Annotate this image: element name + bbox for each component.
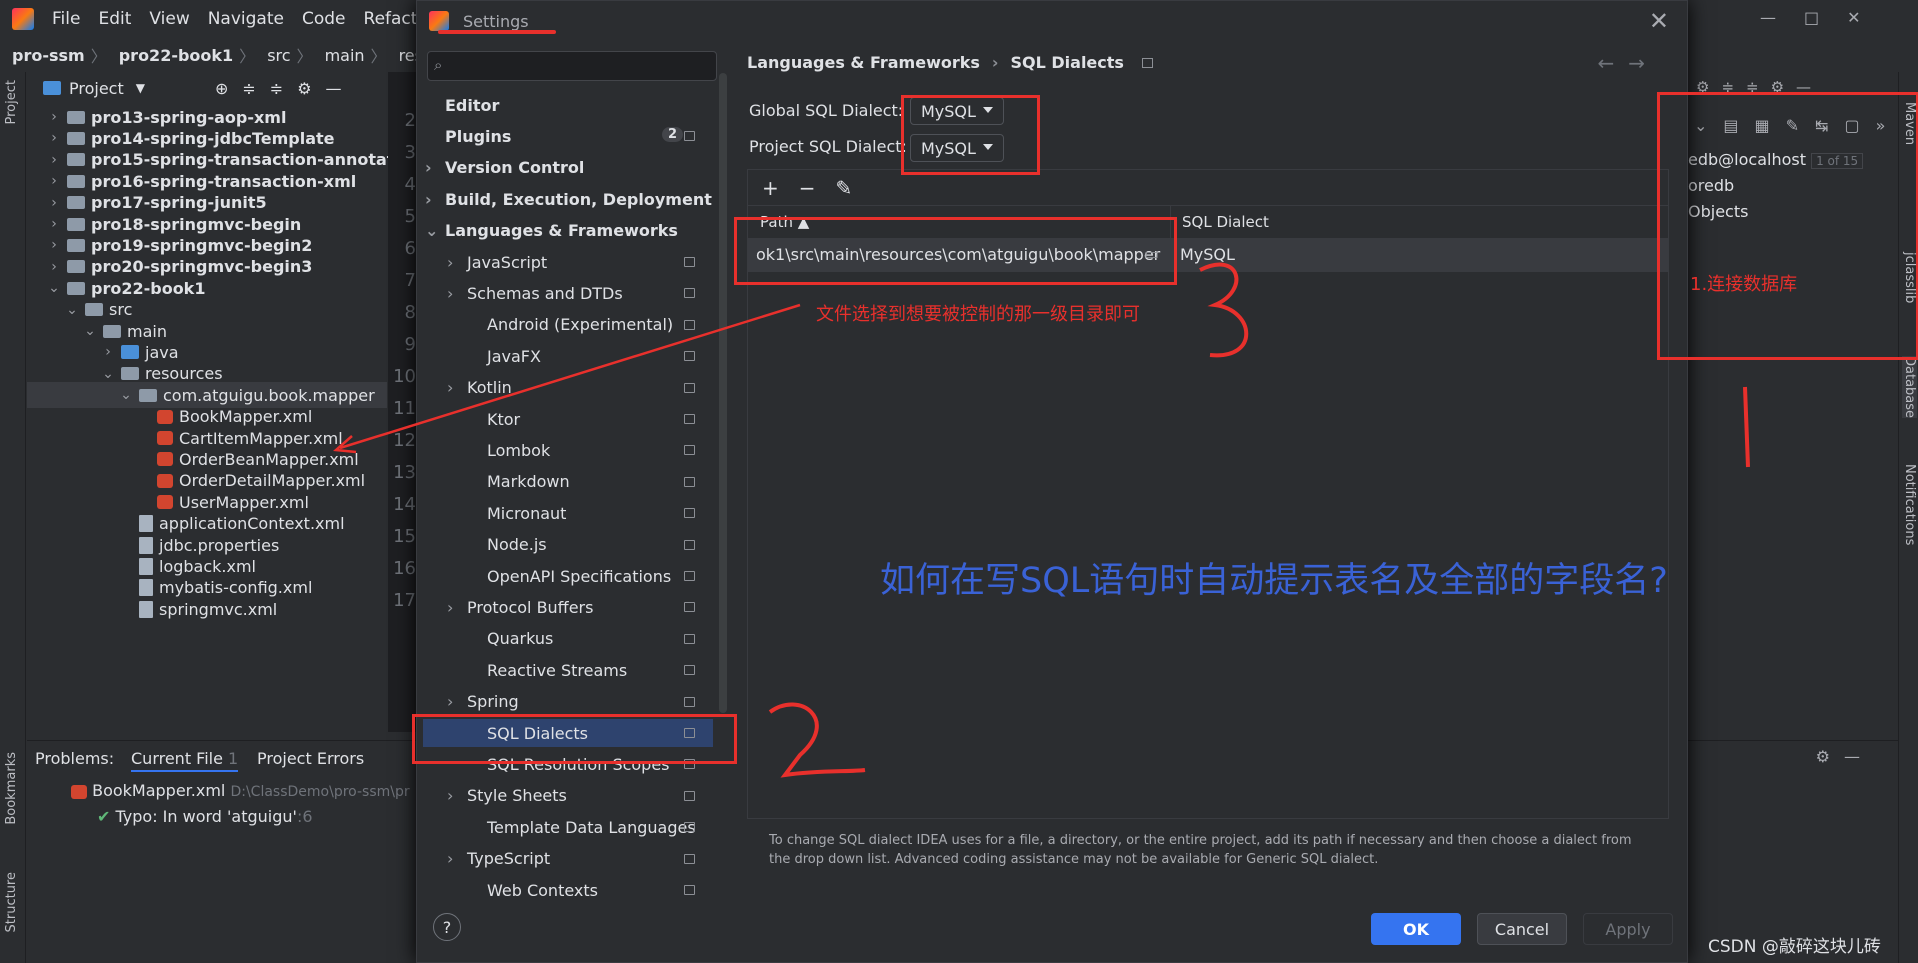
annotation-strokes: [333, 262, 1750, 778]
question-overlay: 如何在写SQL语句时自动提示表名及全部的字段名?: [880, 561, 1668, 601]
watermark: CSDN @敲碎这块儿砖: [1708, 937, 1881, 957]
annotation-digit-3: [1199, 262, 1249, 358]
annotation-arrow: [339, 303, 801, 450]
annotation-digit-2: [768, 702, 866, 778]
annotation-digit-1: [1743, 386, 1750, 468]
